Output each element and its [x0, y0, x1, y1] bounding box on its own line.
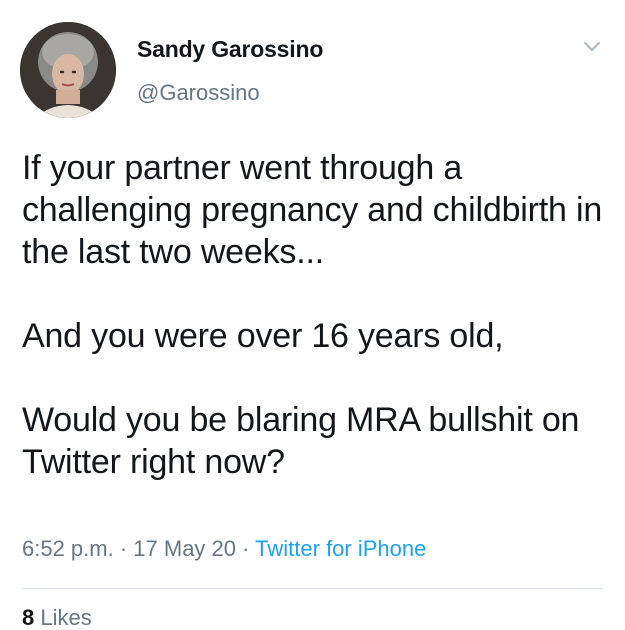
- tweet-card: Sandy Garossino @Garossino If your partn…: [0, 0, 625, 630]
- author-display-name[interactable]: Sandy Garossino: [137, 36, 323, 63]
- tweet-source-link[interactable]: Twitter for iPhone: [255, 536, 426, 561]
- avatar[interactable]: [20, 22, 116, 118]
- meta-separator: ·: [236, 536, 256, 561]
- author-handle[interactable]: @Garossino: [137, 80, 260, 106]
- chevron-down-icon[interactable]: [580, 38, 604, 56]
- profile-photo-icon: [20, 22, 116, 118]
- likes-stat[interactable]: 8 Likes: [22, 605, 92, 630]
- tweet-paragraph: And you were over 16 years old,: [22, 317, 504, 355]
- likes-label: Likes: [40, 605, 92, 630]
- tweet-text: If your partner went through a challengi…: [22, 147, 612, 483]
- divider: [22, 588, 603, 589]
- likes-count: 8: [22, 605, 35, 630]
- tweet-time[interactable]: 6:52 p.m.: [22, 536, 114, 561]
- tweet-meta: 6:52 p.m. · 17 May 20 · Twitter for iPho…: [22, 536, 426, 562]
- tweet-paragraph: Would you be blaring MRA bullshit on Twi…: [22, 401, 580, 481]
- meta-separator: ·: [113, 536, 134, 561]
- tweet-date[interactable]: 17 May 20: [133, 536, 236, 561]
- tweet-paragraph: If your partner went through a challengi…: [22, 149, 603, 271]
